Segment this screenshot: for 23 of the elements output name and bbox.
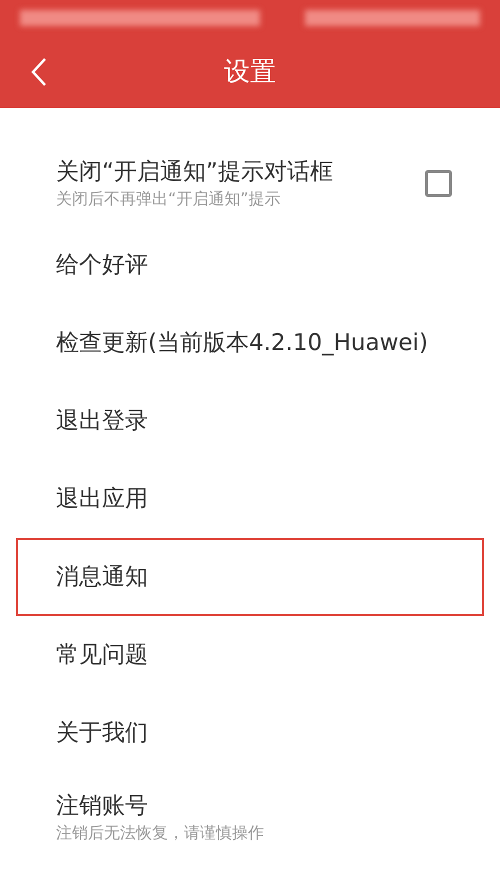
item-description: 关闭后不再弹出“开启通知”提示 (56, 188, 282, 210)
item-label: 给个好评 (56, 251, 148, 280)
back-icon (31, 57, 47, 87)
item-label: 检查更新(当前版本4.2.10_Huawei) (56, 329, 428, 358)
item-label: 退出登录 (56, 407, 148, 436)
checkbox[interactable] (425, 170, 452, 196)
settings-item[interactable]: 消息通知 (16, 538, 484, 616)
item-label: 关于我们 (56, 719, 148, 748)
settings-item[interactable]: 退出登录 (16, 382, 484, 460)
page-title: 设置 (224, 56, 276, 88)
item-label: 退出应用 (56, 485, 148, 514)
settings-item[interactable]: 关闭“开启通知”提示对话框 关闭后不再弹出“开启通知”提示 (16, 140, 484, 226)
settings-item[interactable]: 退出应用 (16, 460, 484, 538)
settings-item[interactable]: 常见问题 (16, 616, 484, 694)
settings-item[interactable]: 检查更新(当前版本4.2.10_Huawei) (16, 304, 484, 382)
item-label: 关闭“开启通知”提示对话框 (56, 158, 333, 187)
settings-item[interactable]: 给个好评 (16, 226, 484, 304)
item-label: 常见问题 (56, 641, 148, 670)
item-label: 注销账号 (56, 792, 149, 821)
settings-item[interactable]: 关于我们 (16, 694, 484, 772)
item-description: 注销后无法恢复，请谨慎操作 (56, 822, 264, 844)
settings-item[interactable]: 注销账号 注销后无法恢复，请谨慎操作 (16, 772, 484, 862)
item-label: 消息通知 (56, 563, 148, 592)
